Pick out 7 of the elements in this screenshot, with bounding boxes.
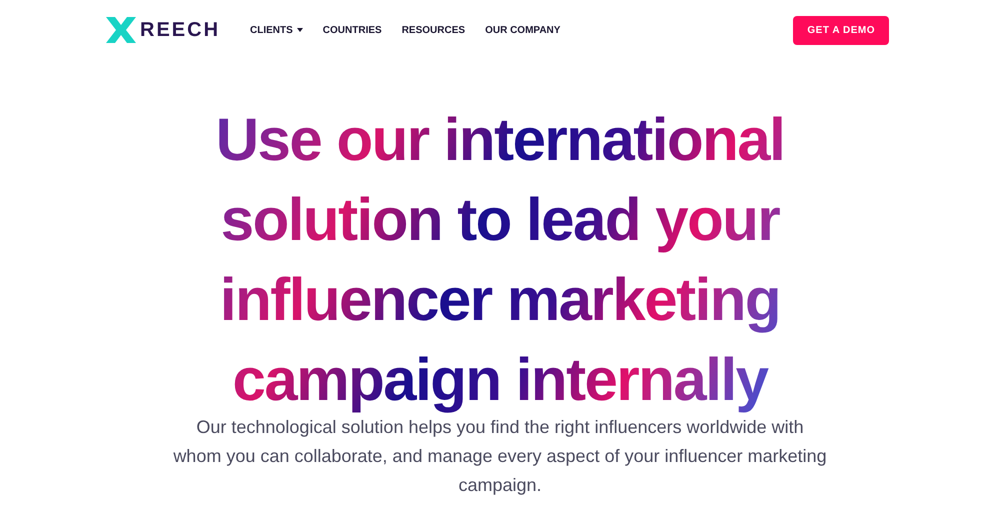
nav-link[interactable]: COUNTRIES xyxy=(322,22,382,38)
nav-link[interactable]: RESOURCES xyxy=(402,22,466,38)
logo-text: REECH xyxy=(140,18,220,43)
logo-icon xyxy=(106,17,136,43)
nav-link[interactable]: CLIENTS xyxy=(250,22,303,38)
demo-button[interactable]: GET A DEMO xyxy=(793,16,889,44)
nav-link[interactable]: OUR COMPANY xyxy=(485,22,560,38)
